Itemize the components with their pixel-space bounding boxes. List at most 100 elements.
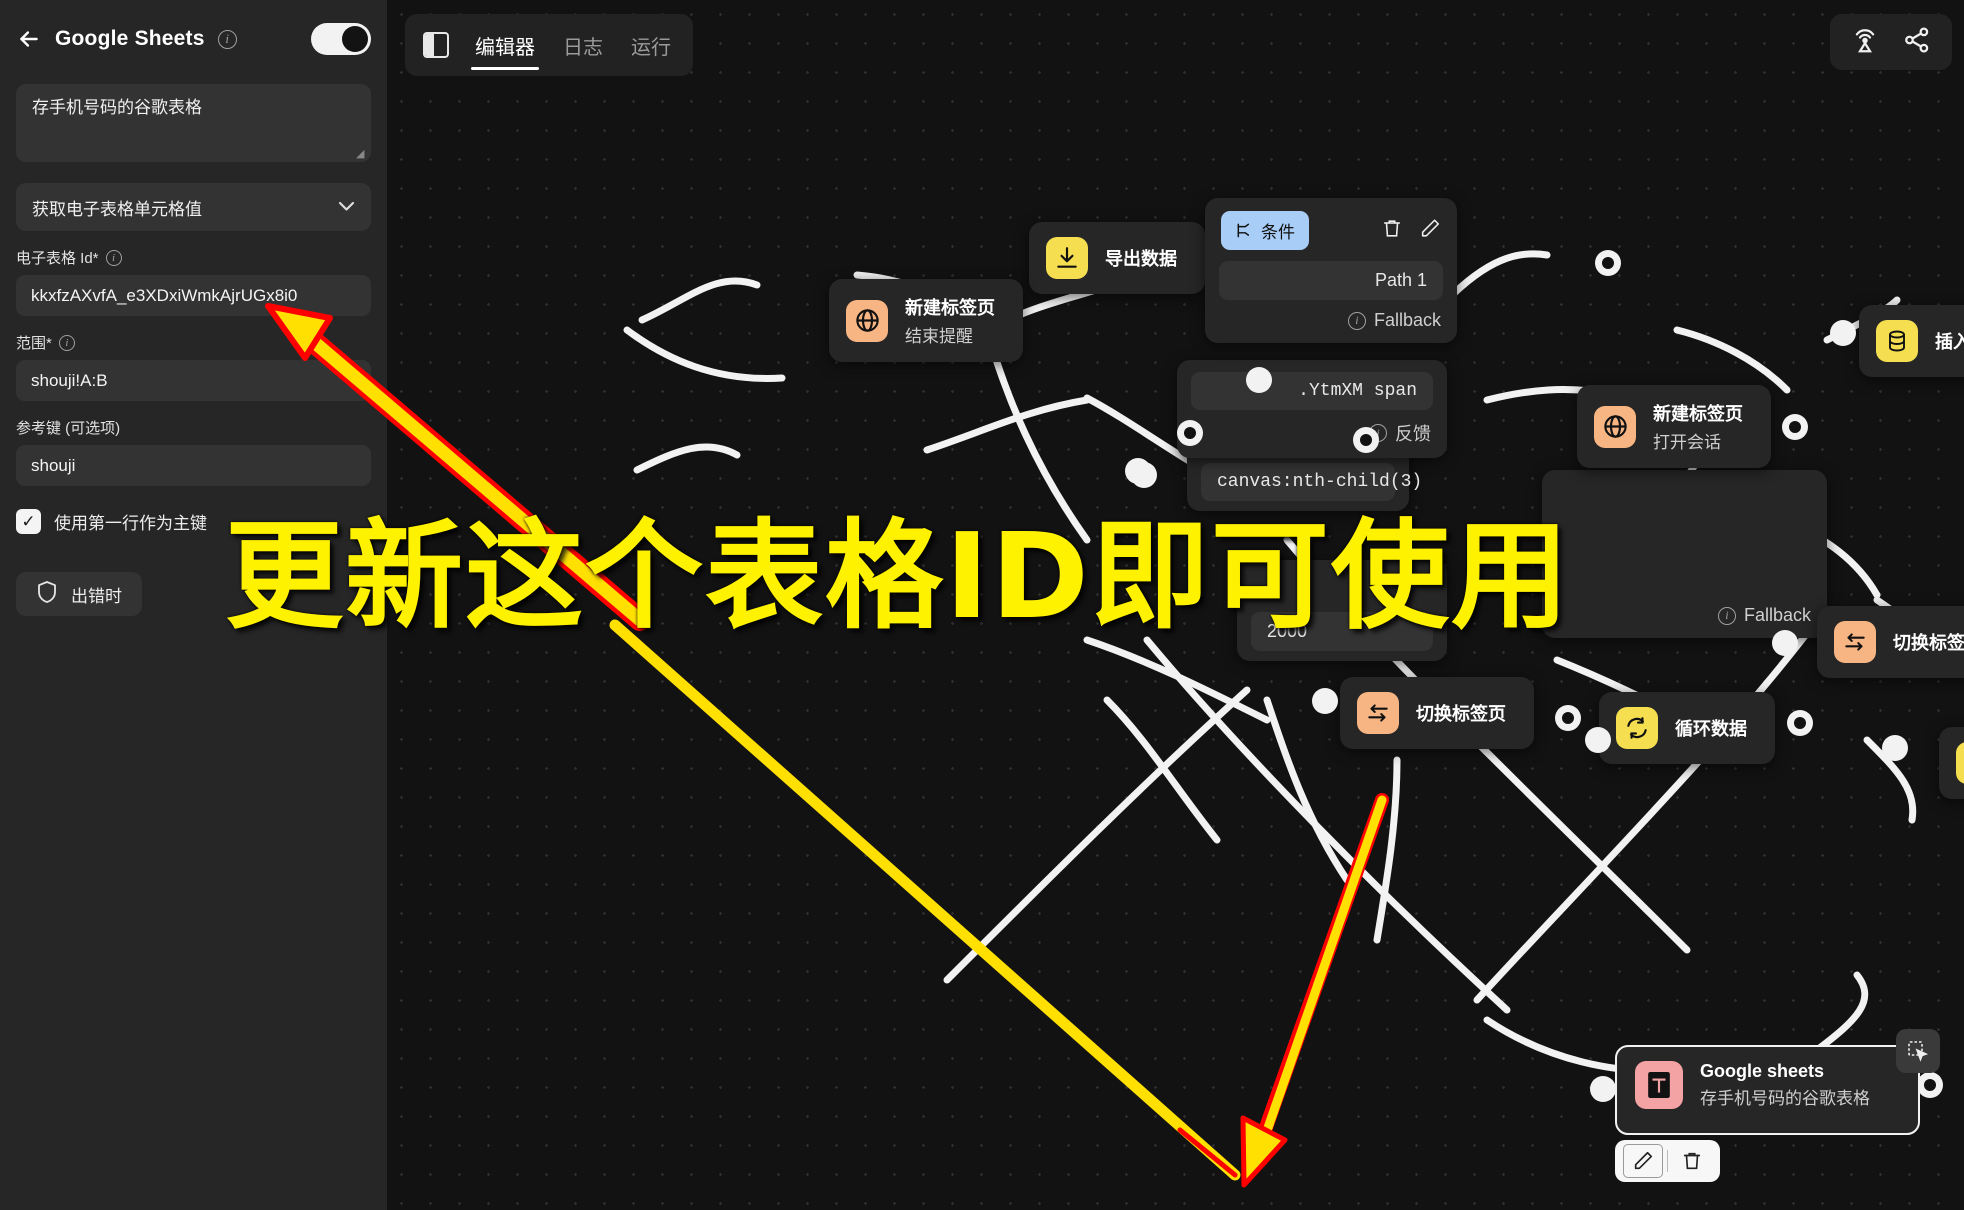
annotation-text: 更新这个表格ID即可使用 — [225, 507, 1571, 645]
node-title: 新建标签页 — [1653, 404, 1743, 424]
info-icon[interactable]: i — [105, 249, 122, 266]
node-text: 导出数据 — [1105, 245, 1177, 271]
connector-dot[interactable] — [1353, 427, 1379, 453]
condition-pill: 条件 — [1221, 211, 1309, 250]
reference-key-label: 参考键 (可选项) — [16, 417, 371, 438]
node-export-data[interactable]: 导出数据 — [1029, 222, 1205, 294]
connector-dot[interactable] — [1772, 630, 1798, 656]
loop-icon — [1616, 707, 1658, 749]
node-title: 新建标签页 — [905, 298, 995, 318]
field-label-text: 范围* — [16, 335, 52, 352]
checkbox-label: 使用第一行作为主键 — [54, 514, 207, 533]
sidebar-header: Google Sheets i — [16, 0, 371, 78]
trash-icon[interactable] — [1381, 217, 1403, 245]
top-right-toolbar — [1830, 14, 1952, 70]
broadcast-icon[interactable] — [1850, 25, 1880, 60]
checkmark-icon: ✓ — [16, 509, 41, 534]
field-label-text: 电子表格 Id* — [16, 250, 99, 267]
node-body: 切换标签页 — [1340, 677, 1534, 749]
tab-runs[interactable]: 运行 — [617, 14, 685, 76]
node-title: Google sheets — [1700, 1061, 1825, 1081]
node-switch-tab-2[interactable]: 切换标签页 — [1817, 606, 1964, 678]
node-new-tab-open[interactable]: 新建标签页 打开会话 — [1577, 385, 1771, 468]
node-fallback-mid[interactable]: i Fallback — [1542, 470, 1827, 638]
node-actions — [1381, 217, 1441, 245]
pill-label: 条件 — [1261, 223, 1295, 242]
info-icon[interactable]: i — [217, 29, 237, 49]
node-body: 新建标签页 结束提醒 — [829, 279, 1023, 362]
info-icon[interactable]: i — [58, 334, 75, 351]
range-input[interactable] — [16, 360, 371, 401]
node-body: 新建标签页 打开会话 — [1577, 385, 1771, 468]
app-root: Google Sheets i 存手机号码的谷歌表格 ◢ 获取电子表格单元格值 … — [0, 0, 1964, 1210]
toolbar-divider — [1667, 1150, 1668, 1172]
database-icon — [1876, 320, 1918, 362]
connector-dot[interactable] — [1312, 688, 1338, 714]
connector-dot[interactable] — [1782, 414, 1808, 440]
node-body: 插入数据 — [1939, 727, 1964, 799]
tab-editor[interactable]: 编辑器 — [461, 14, 549, 76]
node-loop-data[interactable]: 循环数据 — [1599, 692, 1775, 764]
node-subtitle: 打开会话 — [1653, 433, 1721, 452]
node-text: 切换标签页 — [1416, 700, 1506, 726]
connector-dot[interactable] — [1585, 727, 1611, 753]
node-text: 切换标签页 — [1893, 629, 1964, 655]
node-header: 条件 — [1205, 198, 1457, 261]
selector-field[interactable]: .YtmXM span — [1191, 372, 1433, 410]
connector-dot[interactable] — [1595, 250, 1621, 276]
resize-grip-icon[interactable]: ◢ — [356, 149, 366, 160]
download-icon — [1046, 237, 1088, 279]
connector-dot[interactable] — [1787, 710, 1813, 736]
connector-dot[interactable] — [1177, 420, 1203, 446]
action-select-value: 获取电子表格单元格值 — [32, 199, 202, 219]
node-body: 切换标签页 — [1817, 606, 1964, 678]
node-body: 插入数据 — [1859, 305, 1964, 377]
node-switch-tab-1[interactable]: 切换标签页 — [1340, 677, 1534, 749]
pencil-icon[interactable] — [1419, 217, 1441, 245]
condition-path-field[interactable]: Path 1 — [1219, 261, 1443, 300]
swap-icon — [1834, 621, 1876, 663]
google-sheets-icon — [1635, 1061, 1683, 1109]
node-body: 循环数据 — [1599, 692, 1775, 764]
range-label: 范围* i — [16, 332, 371, 353]
info-icon: i — [1347, 311, 1366, 330]
connector-dot[interactable] — [1917, 1072, 1943, 1098]
node-title: 切换标签页 — [1416, 704, 1506, 724]
node-text: Google sheets 存手机号码的谷歌表格 — [1700, 1061, 1870, 1109]
connector-dot[interactable] — [1882, 735, 1908, 761]
action-select[interactable]: 获取电子表格单元格值 — [16, 183, 371, 231]
fallback-label: Fallback — [1373, 310, 1441, 330]
node-new-tab-end[interactable]: 新建标签页 结束提醒 — [829, 279, 1023, 362]
node-google-sheets[interactable]: Google sheets 存手机号码的谷歌表格 — [1615, 1029, 1940, 1135]
node-insert-data-2[interactable]: 插入数据 — [1939, 727, 1964, 799]
info-icon: i — [1717, 606, 1736, 625]
share-icon[interactable] — [1902, 25, 1932, 60]
page-title: Google Sheets — [55, 27, 205, 50]
node-text: 插入数据 — [1935, 328, 1964, 354]
node-insert-data-1[interactable]: 插入数据 — [1859, 305, 1964, 377]
trash-icon[interactable] — [1672, 1144, 1712, 1178]
swap-icon — [1357, 692, 1399, 734]
node-selector-card-left[interactable]: .YtmXM span i 反馈 — [1177, 360, 1447, 458]
on-error-button[interactable]: 出错时 — [16, 572, 142, 616]
sidebar-panel-icon[interactable] — [423, 32, 449, 58]
tab-logs[interactable]: 日志 — [549, 14, 617, 76]
shield-icon — [36, 580, 58, 609]
connector-dot[interactable] — [1830, 320, 1856, 346]
node-body: 导出数据 — [1029, 222, 1205, 294]
connector-dot[interactable] — [1555, 705, 1581, 731]
spreadsheet-id-input[interactable] — [16, 275, 371, 316]
connector-dot[interactable] — [1590, 1076, 1616, 1102]
globe-icon — [1594, 405, 1636, 448]
node-title: 插入数据 — [1935, 332, 1964, 352]
node-condition[interactable]: 条件 Path 1 i Fallback — [1205, 198, 1457, 343]
connector-dot[interactable] — [1246, 367, 1272, 393]
node-description-textarea[interactable]: 存手机号码的谷歌表格 ◢ — [16, 84, 371, 162]
arrow-left-icon[interactable] — [16, 26, 42, 52]
enable-node-toggle[interactable] — [311, 23, 371, 55]
node-context-toolbar — [1615, 1140, 1720, 1182]
node-text: 新建标签页 打开会话 — [1653, 400, 1743, 453]
select-cursor-icon[interactable] — [1896, 1029, 1940, 1073]
pencil-icon[interactable] — [1623, 1144, 1663, 1178]
node-subtitle: 存手机号码的谷歌表格 — [1700, 1089, 1870, 1108]
